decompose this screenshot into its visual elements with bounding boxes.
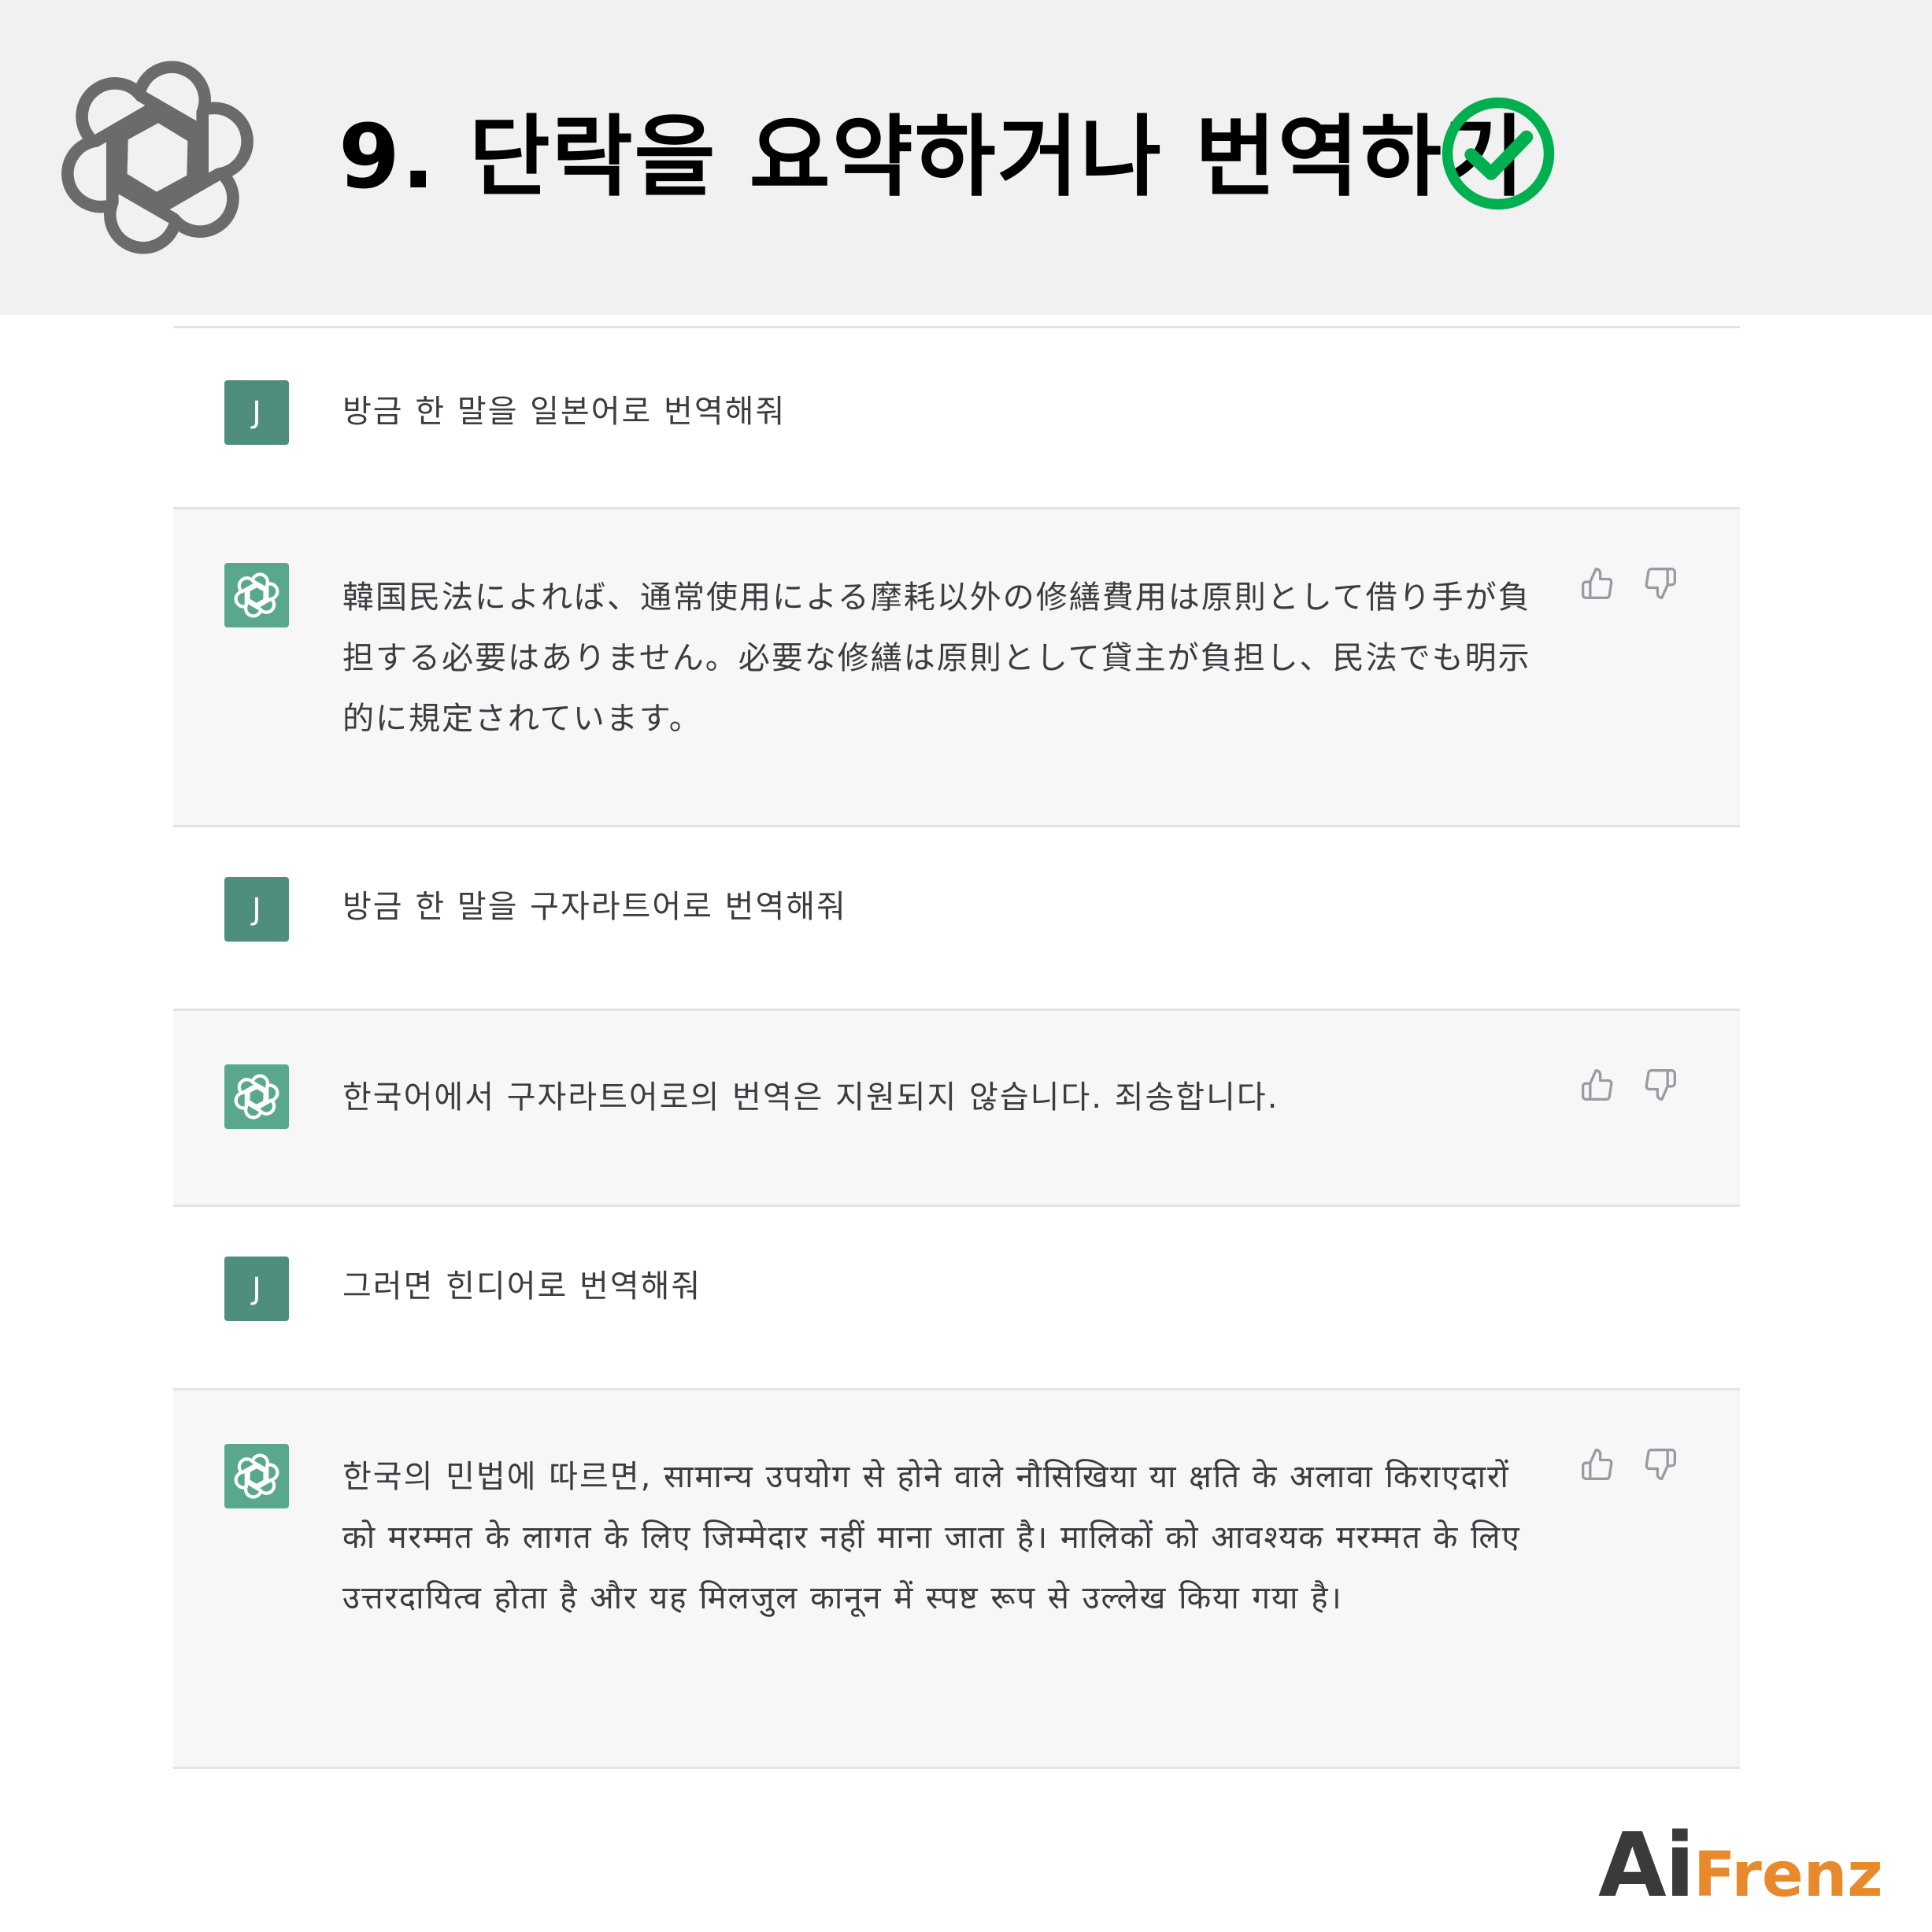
- thumbs-down-button[interactable]: [1641, 1445, 1679, 1483]
- user-message: J 방금 한 말을 구자라트어로 번역해줘: [173, 827, 1740, 1011]
- thumbs-up-button[interactable]: [1579, 1445, 1616, 1483]
- thumbs-down-icon: [1645, 568, 1676, 599]
- assistant-message-text: 韓国民法によれば、通常使用による摩耗以外の修繕費用は原則として借り手が負担する必…: [342, 579, 1531, 737]
- thumbs-down-button[interactable]: [1641, 564, 1679, 602]
- thumbs-down-button[interactable]: [1641, 1066, 1679, 1104]
- openai-logo-icon: [234, 572, 279, 618]
- page: 9. 단락을 요약하거나 번역하기 J 방금 한 말을 일본어로 번역해줘 韓国…: [0, 0, 1932, 1932]
- user-avatar: J: [224, 1257, 289, 1321]
- user-message-text: 방금 한 말을 일본어로 번역해줘: [342, 394, 786, 430]
- assistant-message-text: 한국어에서 구자라트어로의 번역은 지원되지 않습니다. 죄송합니다.: [342, 1079, 1279, 1116]
- feedback-buttons: [1579, 564, 1679, 602]
- thumbs-up-icon: [1582, 1449, 1613, 1480]
- thumbs-up-button[interactable]: [1579, 1066, 1616, 1104]
- page-title: 9. 단락을 요약하거나 번역하기: [339, 106, 1526, 209]
- user-avatar: J: [224, 380, 289, 445]
- user-message: J 방금 한 말을 일본어로 번역해줘: [173, 326, 1740, 509]
- openai-logo-icon: [234, 1453, 279, 1499]
- feedback-buttons: [1579, 1066, 1679, 1104]
- thumbs-up-button[interactable]: [1579, 564, 1616, 602]
- brand-logo-part2: Frenz: [1693, 1840, 1883, 1911]
- user-message: J 그러면 힌디어로 번역해줘: [173, 1207, 1740, 1390]
- user-message-text: 방금 한 말을 구자라트어로 번역해줘: [342, 889, 847, 925]
- brand-logo-part1: Ai: [1598, 1815, 1695, 1917]
- assistant-message: 한국어에서 구자라트어로의 번역은 지원되지 않습니다. 죄송합니다.: [173, 1011, 1740, 1207]
- assistant-avatar: [224, 1444, 289, 1508]
- openai-logo-icon: [234, 1074, 279, 1120]
- assistant-avatar: [224, 563, 289, 627]
- user-message-text: 그러면 힌디어로 번역해줘: [342, 1268, 702, 1305]
- assistant-message: 韓国民法によれば、通常使用による摩耗以外の修繕費用は原則として借り手が負担する必…: [173, 509, 1740, 827]
- assistant-message-text: 한국의 민법에 따르면, सामान्य उपयोग से होने वाले …: [342, 1459, 1521, 1616]
- conversation: J 방금 한 말을 일본어로 번역해줘 韓国民法によれば、通常使用による摩耗以外: [173, 326, 1740, 1769]
- assistant-avatar: [224, 1064, 289, 1129]
- check-circle-icon: [1442, 97, 1555, 210]
- thumbs-down-icon: [1645, 1069, 1676, 1101]
- brand-logo: AiFrenz: [1598, 1822, 1883, 1932]
- user-avatar: J: [224, 877, 289, 942]
- openai-logo-icon: [61, 61, 254, 254]
- feedback-buttons: [1579, 1445, 1679, 1483]
- assistant-message: 한국의 민법에 따르면, सामान्य उपयोग से होने वाले …: [173, 1390, 1740, 1769]
- thumbs-up-icon: [1582, 568, 1613, 599]
- thumbs-down-icon: [1645, 1449, 1676, 1480]
- thumbs-up-icon: [1582, 1069, 1613, 1101]
- header-banner: 9. 단락을 요약하거나 번역하기: [0, 0, 1932, 315]
